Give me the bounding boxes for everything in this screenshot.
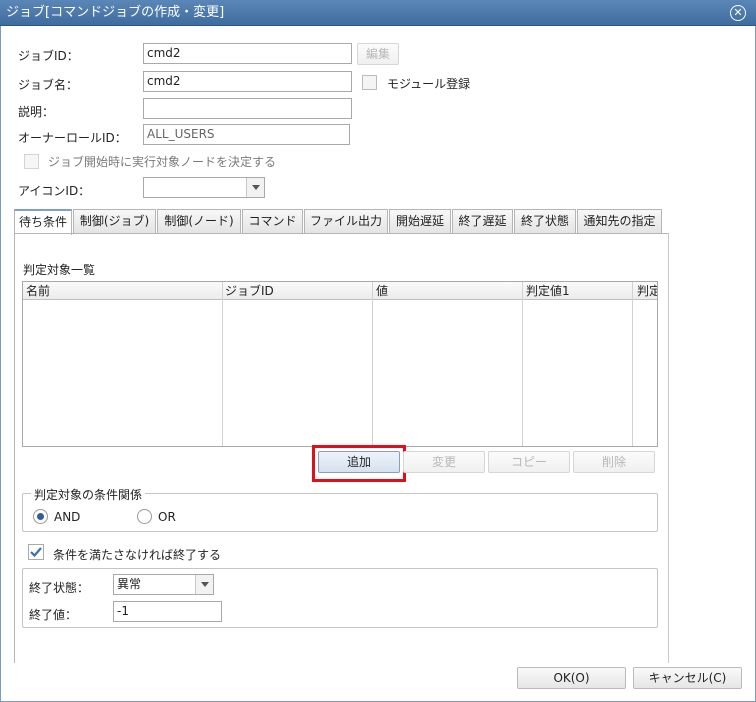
job-name-input[interactable]: cmd2 — [143, 71, 352, 92]
job-name-label: ジョブ名： — [18, 78, 79, 92]
owner-role-label: オーナーロールID： — [18, 131, 127, 145]
column-header-judge[interactable]: 判定 — [634, 282, 657, 300]
column-divider — [222, 282, 223, 446]
icon-id-label: アイコンID： — [18, 184, 91, 198]
or-radio[interactable] — [137, 509, 152, 524]
description-label: 説明： — [18, 105, 55, 119]
tab-end-status[interactable]: 終了状態 — [514, 209, 576, 234]
close-icon[interactable]: ✕ — [730, 5, 746, 21]
description-input[interactable] — [143, 98, 352, 119]
column-header-judge-value-1[interactable]: 判定値1 — [523, 282, 633, 300]
condition-relation-legend: 判定対象の条件関係 — [31, 486, 146, 503]
tab-file-output[interactable]: ファイル出力 — [304, 209, 388, 234]
module-register-label: モジュール登録 — [387, 77, 471, 91]
end-value-label: 終了値： — [29, 608, 78, 622]
chevron-down-icon[interactable] — [195, 575, 213, 594]
cancel-button[interactable]: キャンセル(C) — [633, 667, 742, 689]
dialog-title: ジョブ[コマンドジョブの作成・変更] — [6, 5, 225, 20]
modify-button[interactable]: 変更 — [403, 451, 485, 473]
module-register-checkbox[interactable] — [362, 75, 377, 90]
or-label: OR — [158, 510, 176, 524]
table-header: 名前 ジョブID 値 判定値1 判定 — [23, 282, 657, 300]
owner-role-input[interactable]: ALL_USERS — [143, 124, 350, 145]
end-status-value: 異常 — [117, 577, 142, 591]
column-header-name[interactable]: 名前 — [23, 282, 221, 300]
column-header-job-id[interactable]: ジョブID — [222, 282, 372, 300]
tab-control-job[interactable]: 制御(ジョブ) — [73, 209, 156, 234]
tab-notify[interactable]: 通知先の指定 — [577, 209, 662, 234]
dialog-title-bar: ジョブ[コマンドジョブの作成・変更] ✕ — [0, 0, 756, 26]
job-id-label: ジョブID： — [18, 49, 79, 63]
end-value-input[interactable]: -1 — [113, 601, 222, 622]
highlight-box — [312, 445, 406, 482]
chevron-down-icon[interactable] — [246, 178, 264, 197]
checkmark-icon[interactable] — [28, 544, 44, 560]
ok-button[interactable]: OK(O) — [517, 667, 626, 689]
target-list-table[interactable]: 名前 ジョブID 値 判定値1 判定 — [22, 281, 658, 447]
copy-button[interactable]: コピー — [488, 451, 570, 473]
column-divider — [372, 282, 373, 446]
tab-start-delay[interactable]: 開始遅延 — [389, 209, 451, 234]
end-if-unmet-label: 条件を満たさなければ終了する — [53, 548, 222, 562]
column-divider — [632, 282, 633, 446]
end-status-label: 終了状態： — [29, 581, 90, 595]
icon-id-select[interactable] — [143, 177, 265, 198]
decide-node-checkbox[interactable] — [24, 154, 39, 169]
and-radio[interactable] — [33, 509, 48, 524]
job-id-input[interactable]: cmd2 — [143, 43, 352, 64]
edit-button[interactable]: 編集 — [357, 43, 399, 65]
delete-button[interactable]: 削除 — [573, 451, 655, 473]
and-label: AND — [54, 510, 81, 524]
tab-control-node[interactable]: 制御(ノード) — [157, 209, 241, 234]
column-divider — [522, 282, 523, 446]
end-status-select[interactable]: 異常 — [113, 574, 214, 595]
decide-node-label: ジョブ開始時に実行対象ノードを決定する — [48, 155, 277, 169]
column-header-value[interactable]: 値 — [373, 282, 523, 300]
tab-command[interactable]: コマンド — [242, 209, 303, 234]
tab-wait-conditions[interactable]: 待ち条件 — [14, 209, 72, 235]
tab-end-delay[interactable]: 終了遅延 — [452, 209, 513, 234]
target-list-label: 判定対象一覧 — [23, 263, 96, 277]
